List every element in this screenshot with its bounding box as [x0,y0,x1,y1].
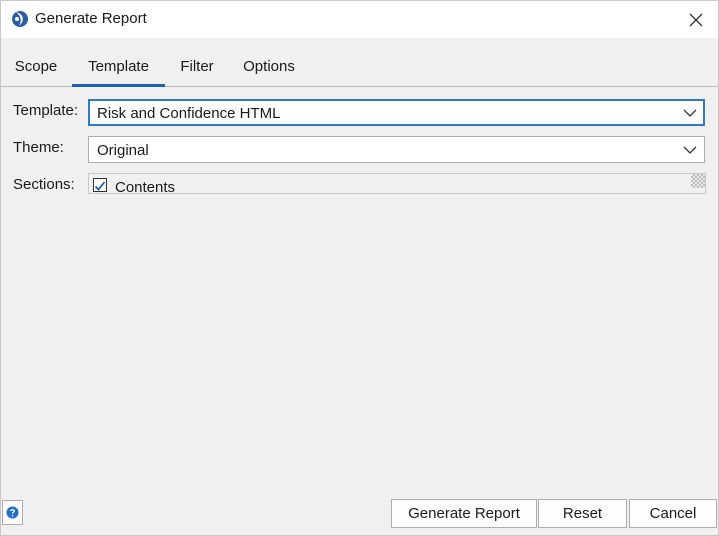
contents-checkbox-label: Contents [115,179,176,194]
app-logo-icon [10,9,30,29]
generate-report-button[interactable]: Generate Report [391,499,537,528]
tab-bar: Scope Template Filter Options [1,38,718,87]
tab-filter[interactable]: Filter [169,38,225,86]
cancel-button[interactable]: Cancel [629,499,717,528]
help-icon [6,506,19,519]
sections-list[interactable]: Contents [88,173,706,194]
theme-value: Original [97,142,149,159]
close-icon [689,13,703,26]
sections-label: Sections: [13,176,75,193]
title-bar[interactable]: Generate Report [1,1,718,38]
chevron-down-icon [683,146,697,154]
template-value: Risk and Confidence HTML [97,105,281,122]
theme-label: Theme: [13,139,64,156]
close-button[interactable] [674,1,718,38]
chevron-down-icon [683,109,697,117]
tab-options[interactable]: Options [231,38,307,86]
tab-template[interactable]: Template [72,38,165,87]
help-button[interactable] [2,500,23,525]
reset-button[interactable]: Reset [538,499,627,528]
template-dropdown[interactable]: Risk and Confidence HTML [88,99,705,126]
contents-checkbox[interactable] [93,178,107,192]
tab-scope[interactable]: Scope [5,38,67,86]
theme-dropdown[interactable]: Original [88,136,705,163]
template-label: Template: [13,102,79,119]
resize-grip[interactable] [691,174,705,188]
window-title: Generate Report [35,10,147,27]
generate-report-dialog: Generate Report Scope Template Filter Op… [0,0,719,536]
checkmark-icon [94,181,106,191]
